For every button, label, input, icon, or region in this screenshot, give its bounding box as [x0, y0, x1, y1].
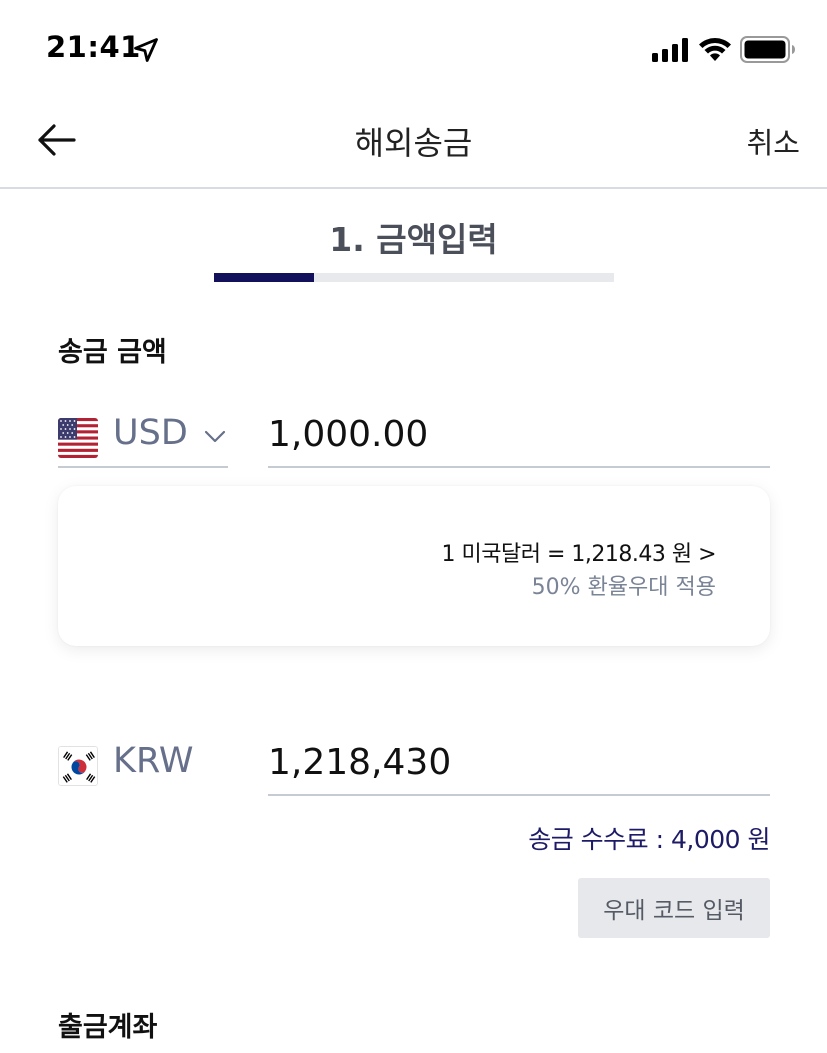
kr-flag-icon	[58, 746, 98, 786]
navigation-bar: 해외송금 취소	[0, 100, 827, 189]
receive-currency-code: KRW	[113, 741, 194, 781]
withdrawal-account-label: 출금계좌	[58, 1012, 158, 1043]
send-currency-code: USD	[113, 413, 188, 453]
cancel-button[interactable]: 취소	[747, 120, 800, 162]
battery-icon	[740, 36, 795, 63]
page-title: 해외송금	[354, 124, 473, 162]
status-time: 21:41	[46, 30, 141, 64]
location-arrow-icon	[134, 38, 158, 62]
exchange-rate-card[interactable]: 1 미국달러 = 1,218.43 원 > 50% 환율우대 적용	[58, 486, 770, 646]
chevron-down-icon	[204, 430, 226, 443]
rate-discount-text: 50% 환율우대 적용	[531, 575, 716, 600]
send-amount-input[interactable]	[268, 410, 770, 468]
exchange-rate-text: 1 미국달러 = 1,218.43 원 >	[441, 542, 717, 567]
status-bar: 21:41	[0, 0, 827, 100]
remittance-fee-text: 송금 수수료 : 4,000 원	[528, 825, 770, 854]
cellular-signal-icon	[652, 38, 688, 62]
step-progress-fill	[214, 273, 314, 282]
remittance-screen: 21:41 해외송금 취소 1. 금액입력 송금 금액 USD 1,000.00…	[0, 0, 827, 1053]
step-title: 1. 금액입력	[329, 220, 498, 259]
wifi-icon	[699, 38, 731, 61]
send-currency-dropdown[interactable]: USD	[58, 410, 228, 468]
receive-amount-input[interactable]	[268, 738, 770, 796]
send-amount-label: 송금 금액	[58, 337, 167, 368]
step-progress-bar	[214, 273, 614, 282]
receive-currency: KRW	[58, 738, 228, 796]
promo-code-button[interactable]: 우대 코드 입력	[578, 878, 770, 938]
us-flag-icon	[58, 418, 98, 458]
